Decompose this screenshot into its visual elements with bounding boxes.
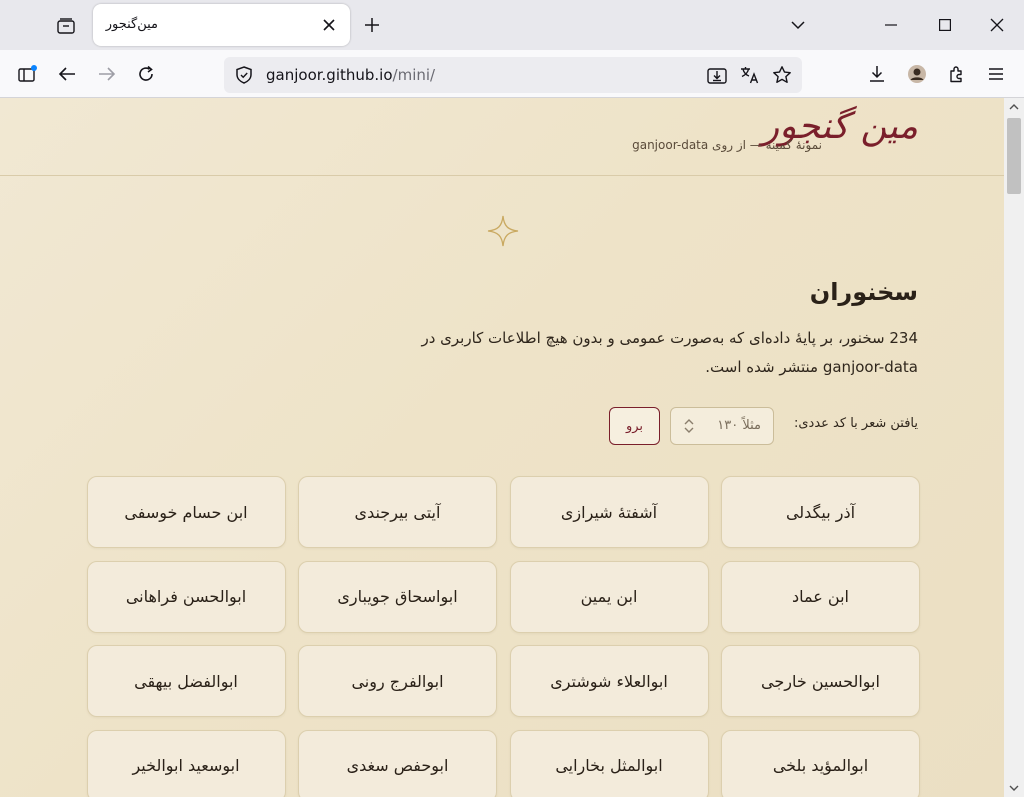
- arrow-right-icon[interactable]: [93, 60, 121, 88]
- shield-icon[interactable]: [234, 65, 254, 85]
- vertical-scrollbar[interactable]: [1004, 98, 1024, 797]
- scroll-up-icon[interactable]: [1004, 98, 1024, 116]
- poet-card[interactable]: ابوالحسین خارجی: [721, 645, 920, 717]
- page-viewport: مین گنجور نمونهٔ کمینه — از روی ganjoor-…: [0, 98, 1004, 797]
- page-title: سخنوران: [809, 278, 918, 306]
- poem-code-placeholder: مثلاً ۱۳۰: [717, 418, 761, 433]
- bookmark-star-icon[interactable]: [771, 64, 793, 86]
- active-tab[interactable]: مین‌گنجور: [93, 4, 350, 46]
- url-text: ganjoor.github.io/mini/: [266, 66, 435, 84]
- poet-card[interactable]: آشفتهٔ شیرازی: [509, 476, 709, 548]
- reload-icon[interactable]: [132, 60, 160, 88]
- poet-card[interactable]: آیتی بیرجندی: [298, 476, 497, 548]
- close-icon[interactable]: [319, 15, 339, 35]
- poet-card[interactable]: ابوالمؤید بلخی: [721, 729, 920, 797]
- scroll-down-icon[interactable]: [1004, 779, 1024, 797]
- chevron-down-icon[interactable]: [786, 14, 810, 36]
- find-poem-label: یافتن شعر با کد عددی:: [794, 416, 918, 431]
- star-ornament-icon: [487, 215, 519, 247]
- poet-card[interactable]: آذر بیگدلی: [721, 476, 920, 548]
- poet-card[interactable]: ابوحفص سغدی: [298, 729, 497, 797]
- menu-icon[interactable]: [982, 60, 1010, 88]
- arrow-left-icon[interactable]: [53, 60, 81, 88]
- poet-card[interactable]: ابوسعید ابوالخیر: [86, 729, 286, 797]
- sidebar-icon[interactable]: [14, 60, 42, 88]
- poet-card[interactable]: ابوالمثل بخارایی: [509, 729, 709, 797]
- url-host: ganjoor.github.io: [266, 66, 393, 84]
- poet-card[interactable]: ابواسحاق جویباری: [298, 560, 497, 633]
- avatar[interactable]: [903, 60, 931, 88]
- tab-strip: مین‌گنجور: [0, 0, 1024, 50]
- poem-code-input[interactable]: مثلاً ۱۳۰: [670, 407, 774, 445]
- extensions-icon[interactable]: [943, 60, 971, 88]
- site-tagline: نمونهٔ کمینه — از روی ganjoor-data: [632, 138, 822, 152]
- poet-card[interactable]: ابن یمین: [509, 560, 709, 633]
- address-bar[interactable]: ganjoor.github.io/mini/: [224, 57, 802, 93]
- site-header: مین گنجور نمونهٔ کمینه — از روی ganjoor-…: [0, 98, 1004, 176]
- install-app-icon[interactable]: [706, 64, 728, 86]
- page-description: 234 سخنور، بر پایهٔ داده‌ای که به‌صورت ع…: [421, 329, 918, 376]
- scrollbar-thumb[interactable]: [1007, 118, 1021, 194]
- go-button[interactable]: برو: [609, 407, 660, 445]
- poet-card[interactable]: ابن حسام خوسفی: [86, 476, 286, 548]
- tab-title: مین‌گنجور: [105, 17, 158, 32]
- poet-card[interactable]: ابوالعلاء شوشتری: [509, 645, 709, 717]
- download-icon[interactable]: [863, 60, 891, 88]
- translate-icon[interactable]: [739, 64, 761, 86]
- tab-list-icon[interactable]: [52, 12, 80, 40]
- spin-buttons-icon[interactable]: [681, 415, 697, 437]
- poet-card[interactable]: ابن عماد: [721, 560, 920, 633]
- poet-card[interactable]: ابوالحسن فراهانی: [86, 560, 286, 633]
- close-window-button[interactable]: [972, 0, 1022, 50]
- minimize-button[interactable]: [866, 0, 916, 50]
- poet-card[interactable]: ابوالفرج رونی: [298, 645, 497, 717]
- maximize-button[interactable]: [920, 0, 970, 50]
- url-path: /mini/: [392, 66, 436, 84]
- poet-card[interactable]: ابوالفضل بیهقی: [86, 645, 286, 717]
- plus-icon[interactable]: [360, 12, 384, 38]
- navigation-toolbar: ganjoor.github.io/mini/: [0, 50, 1024, 98]
